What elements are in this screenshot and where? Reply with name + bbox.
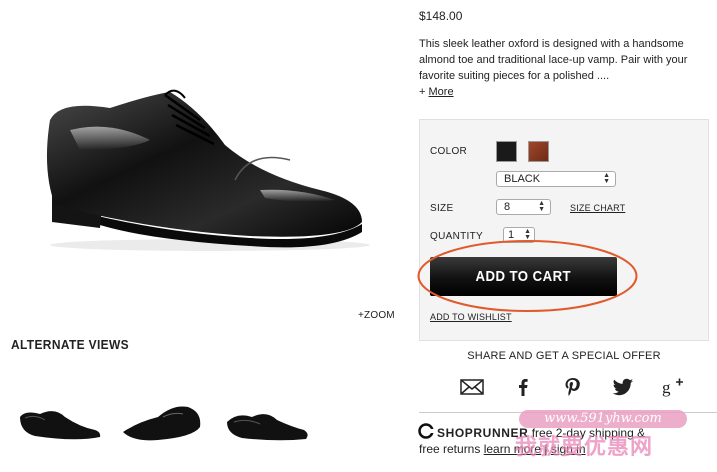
size-select[interactable]: 8 ▲ ▼ — [496, 199, 551, 215]
facebook-icon[interactable] — [511, 375, 535, 399]
shoprunner-text-2: free returns — [419, 442, 481, 456]
watermark-url: www.591yhw.com — [519, 410, 687, 428]
watermark-text: 我就要优惠网 — [515, 434, 654, 459]
twitter-icon[interactable] — [611, 375, 635, 399]
color-select[interactable]: BLACK ▲ ▼ — [496, 171, 616, 187]
size-label: SIZE — [430, 203, 454, 214]
select-arrows-icon: ▲ ▼ — [603, 172, 610, 185]
thumbnail-side-view[interactable] — [15, 392, 105, 452]
more-link-container: + More — [419, 86, 454, 98]
zoom-link[interactable]: +ZOOM — [358, 310, 395, 321]
thumbnail-front-view[interactable] — [118, 392, 208, 452]
size-chart-link[interactable]: SIZE CHART — [570, 203, 625, 213]
more-prefix: + — [419, 86, 426, 98]
color-swatch-black[interactable] — [496, 141, 517, 162]
highlight-circle-annotation — [417, 240, 638, 312]
email-icon[interactable] — [460, 375, 484, 399]
product-price: $148.00 — [419, 9, 463, 23]
color-label: COLOR — [430, 146, 468, 157]
share-title: SHARE AND GET A SPECIAL OFFER — [467, 350, 661, 362]
shoprunner-logo-icon — [418, 423, 434, 439]
alternate-views-title: ALTERNATE VIEWS — [11, 337, 130, 352]
more-link[interactable]: More — [429, 86, 454, 98]
select-arrows-icon: ▲ ▼ — [538, 200, 545, 213]
svg-text:g: g — [662, 378, 671, 397]
color-select-value: BLACK — [504, 173, 541, 185]
size-select-value: 8 — [504, 201, 511, 213]
color-swatch-brown[interactable] — [528, 141, 549, 162]
product-main-image[interactable] — [0, 0, 400, 320]
product-description: This sleek leather oxford is designed wi… — [419, 38, 688, 82]
thumbnail-angle-view[interactable] — [222, 392, 312, 452]
add-to-wishlist-link[interactable]: ADD TO WISHLIST — [430, 312, 512, 322]
google-plus-icon[interactable]: g — [661, 375, 685, 399]
pinterest-icon[interactable] — [561, 375, 585, 399]
